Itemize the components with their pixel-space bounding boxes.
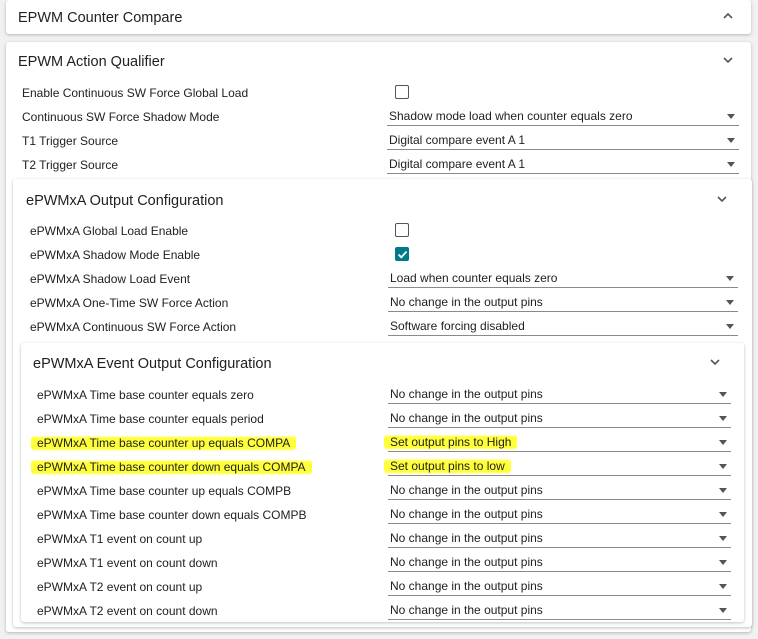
eo-down-compb-select[interactable]: No change in the output pins [388, 505, 731, 524]
t1-trigger-label: T1 Trigger Source [22, 134, 119, 148]
dropdown-arrow-icon [727, 114, 735, 119]
oc-global-load-label: ePWMxA Global Load Enable [30, 224, 189, 238]
oc-shadow-mode-label: ePWMxA Shadow Mode Enable [30, 248, 201, 262]
eo-period-label: ePWMxA Time base counter equals period [37, 412, 264, 426]
dropdown-arrow-icon [719, 512, 727, 517]
dropdown-arrow-icon [727, 138, 735, 143]
shadow-mode-label: Continuous SW Force Shadow Mode [22, 110, 220, 124]
eo-t1-up-label: ePWMxA T1 event on count up [37, 532, 203, 546]
dropdown-arrow-icon [719, 584, 727, 589]
oc-shadow-load-event-select[interactable]: Load when counter equals zero [388, 269, 738, 288]
eo-t1-down-select[interactable]: No change in the output pins [388, 553, 731, 572]
oc-shadow-mode-checkbox[interactable] [395, 247, 409, 261]
action-qualifier-panel: EPWM Action Qualifier Enable Continuous … [6, 42, 752, 632]
output-config-title[interactable]: ePWMxA Output Configuration [26, 193, 223, 209]
dropdown-arrow-icon [719, 608, 727, 613]
highlight-mark: Set output pins to low [384, 457, 511, 475]
global-load-checkbox[interactable] [395, 85, 409, 99]
eo-down-compa-label: ePWMxA Time base counter down equals COM… [31, 458, 312, 476]
eo-t2-down-select[interactable]: No change in the output pins [388, 601, 731, 620]
oc-continuous-force-label: ePWMxA Continuous SW Force Action [30, 320, 237, 334]
global-load-label: Enable Continuous SW Force Global Load [22, 86, 249, 100]
counter-compare-title[interactable]: EPWM Counter Compare [18, 10, 182, 26]
t2-trigger-select[interactable]: Digital compare event A 1 [387, 155, 739, 174]
dropdown-arrow-icon [719, 536, 727, 541]
eo-down-compb-label: ePWMxA Time base counter down equals COM… [37, 508, 307, 522]
dropdown-arrow-icon [719, 560, 727, 565]
eo-t2-up-label: ePWMxA T2 event on count up [37, 580, 203, 594]
dropdown-arrow-icon [719, 416, 727, 421]
oc-continuous-force-select[interactable]: Software forcing disabled [388, 317, 738, 336]
dropdown-arrow-icon [727, 162, 735, 167]
eo-down-compa-select[interactable]: Set output pins to low [384, 457, 731, 476]
eo-period-select[interactable]: No change in the output pins [388, 409, 731, 428]
eo-up-compb-label: ePWMxA Time base counter up equals COMPB [37, 484, 292, 498]
chevron-down-icon[interactable] [709, 356, 721, 368]
chevron-down-icon[interactable] [722, 54, 734, 66]
event-output-title[interactable]: ePWMxA Event Output Configuration [33, 356, 272, 372]
eo-zero-select[interactable]: No change in the output pins [388, 385, 731, 404]
oc-onetime-force-label: ePWMxA One-Time SW Force Action [30, 296, 229, 310]
highlight-mark: ePWMxA Time base counter up equals COMPA [31, 434, 297, 452]
eo-up-compa-select[interactable]: Set output pins to High [384, 433, 731, 452]
highlight-mark: ePWMxA Time base counter down equals COM… [31, 458, 312, 476]
eo-t1-up-select[interactable]: No change in the output pins [388, 529, 731, 548]
checkmark-icon [397, 250, 408, 259]
eo-t1-down-label: ePWMxA T1 event on count down [37, 556, 218, 570]
eo-zero-label: ePWMxA Time base counter equals zero [37, 388, 254, 402]
counter-compare-panel: EPWM Counter Compare [6, 0, 751, 34]
chevron-up-icon[interactable] [722, 10, 734, 22]
t1-trigger-select[interactable]: Digital compare event A 1 [387, 131, 739, 150]
output-config-panel: ePWMxA Output Configuration ePWMxA Globa… [13, 179, 752, 627]
oc-onetime-force-select[interactable]: No change in the output pins [388, 293, 738, 312]
highlight-mark: Set output pins to High [384, 433, 518, 451]
dropdown-arrow-icon [719, 440, 727, 445]
eo-up-compb-select[interactable]: No change in the output pins [388, 481, 731, 500]
dropdown-arrow-icon [719, 392, 727, 397]
eo-t2-up-select[interactable]: No change in the output pins [388, 577, 731, 596]
t2-trigger-label: T2 Trigger Source [22, 158, 119, 172]
oc-shadow-load-event-label: ePWMxA Shadow Load Event [30, 272, 191, 286]
oc-global-load-checkbox[interactable] [395, 223, 409, 237]
dropdown-arrow-icon [726, 324, 734, 329]
action-qualifier-title[interactable]: EPWM Action Qualifier [18, 54, 165, 70]
dropdown-arrow-icon [719, 464, 727, 469]
dropdown-arrow-icon [726, 276, 734, 281]
eo-up-compa-label: ePWMxA Time base counter up equals COMPA [31, 434, 297, 452]
chevron-down-icon[interactable] [716, 193, 728, 205]
dropdown-arrow-icon [719, 488, 727, 493]
eo-t2-down-label: ePWMxA T2 event on count down [37, 604, 218, 618]
shadow-mode-select[interactable]: Shadow mode load when counter equals zer… [387, 107, 739, 126]
dropdown-arrow-icon [726, 300, 734, 305]
event-output-panel: ePWMxA Event Output Configuration ePWMxA… [21, 343, 744, 622]
